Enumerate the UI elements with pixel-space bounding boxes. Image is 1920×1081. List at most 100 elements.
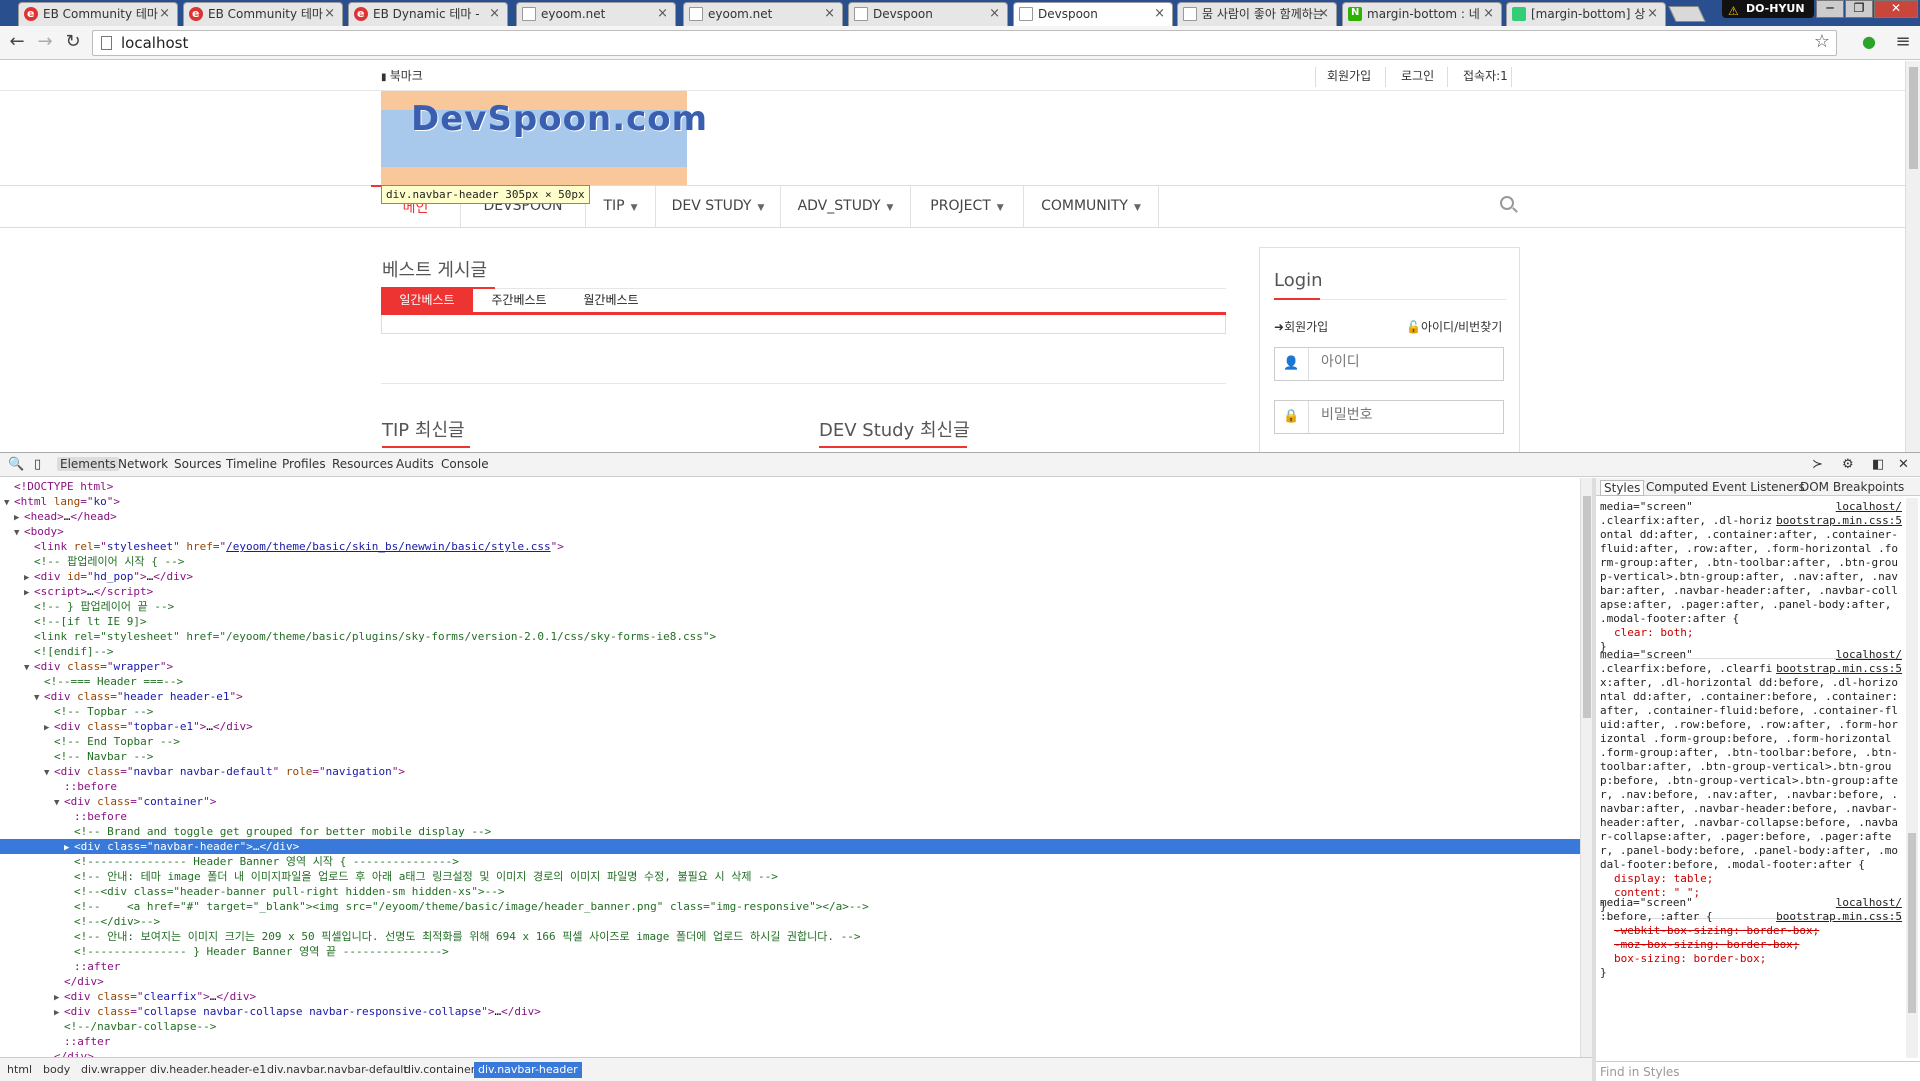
inspect-search-icon[interactable]: 🔍 — [8, 457, 24, 472]
dom-node[interactable]: <link rel="stylesheet" href="/eyoom/them… — [0, 629, 1580, 644]
login-link[interactable]: 로그인 — [1401, 67, 1434, 84]
reload-icon[interactable]: ↻ — [62, 32, 84, 54]
dom-node[interactable]: ▼ <div class="navbar navbar-default" role… — [0, 764, 1580, 779]
dock-side-icon[interactable]: ◧ — [1872, 457, 1884, 472]
dom-node[interactable]: ▶ <head>…</head> — [0, 509, 1580, 524]
close-window-button[interactable]: ✕ — [1874, 0, 1918, 18]
tab-computed[interactable]: Computed — [1646, 480, 1708, 494]
breadcrumb-item[interactable]: div.container — [400, 1062, 479, 1078]
dom-node[interactable]: </div> — [0, 1049, 1580, 1057]
url-input[interactable] — [121, 33, 1721, 53]
extension-icon[interactable]: ● — [1858, 32, 1880, 54]
breadcrumb-item[interactable]: body — [39, 1062, 74, 1078]
dom-node[interactable]: ▼ <body> — [0, 524, 1580, 539]
profile-badge[interactable]: ⚠ DO-HYUN — [1722, 0, 1814, 18]
dom-node[interactable]: <!--</div>--> — [0, 914, 1580, 929]
scrollbar-thumb[interactable] — [1908, 833, 1916, 1013]
dom-node[interactable]: </div> — [0, 974, 1580, 989]
dom-node[interactable]: <!-- Topbar --> — [0, 704, 1580, 719]
browser-tab[interactable]: eyoom.net × — [516, 2, 676, 26]
dom-node[interactable]: <![endif]--> — [0, 644, 1580, 659]
tab-network[interactable]: Network — [118, 457, 168, 471]
close-tab-icon[interactable]: × — [1154, 3, 1165, 25]
dom-node[interactable]: ▼ <html lang="ko"> — [0, 494, 1580, 509]
browser-tab[interactable]: EB Dynamic 테마 - × — [348, 2, 508, 26]
dom-node[interactable]: ::before — [0, 809, 1580, 824]
nav-item-project[interactable]: PROJECT ▼ — [911, 185, 1024, 227]
dom-node[interactable]: ::after — [0, 959, 1580, 974]
tab-elements[interactable]: Elements — [57, 457, 119, 471]
find-account-link[interactable]: 🔓아이디/비번찾기 — [1406, 318, 1502, 335]
nav-item-adv-study[interactable]: ADV_STUDY ▼ — [781, 185, 911, 227]
dom-node-selected[interactable]: ▶ <div class="navbar-header">…</div> — [0, 839, 1580, 854]
tab-audits[interactable]: Audits — [396, 457, 434, 471]
close-tab-icon[interactable]: × — [1647, 3, 1658, 25]
back-icon[interactable]: ← — [6, 32, 28, 54]
tab-resources[interactable]: Resources — [332, 457, 393, 471]
bookmark-star-icon[interactable]: ☆ — [1814, 31, 1830, 52]
tab-event-listeners[interactable]: Event Listeners — [1712, 480, 1805, 494]
dom-node[interactable]: <!--=== Header ===--> — [0, 674, 1580, 689]
breadcrumb-item[interactable]: div.navbar-header — [474, 1062, 582, 1078]
dom-node[interactable]: <!-- <a href="#" target="_blank"><img sr… — [0, 899, 1580, 914]
dom-node[interactable]: ::after — [0, 1034, 1580, 1049]
maximize-button[interactable]: ❐ — [1845, 0, 1873, 18]
dom-node[interactable]: ▶ <script>…</script> — [0, 584, 1580, 599]
browser-tab[interactable]: [margin-bottom] 상 × — [1506, 2, 1666, 26]
dom-node[interactable]: <!--<div class="header-banner pull-right… — [0, 884, 1580, 899]
password-input[interactable] — [1321, 407, 1491, 423]
dom-node[interactable]: <!DOCTYPE html> — [0, 479, 1580, 494]
dom-node[interactable]: ▶ <div class="clearfix">…</div> — [0, 989, 1580, 1004]
signup-link[interactable]: ➜회원가입 — [1274, 318, 1328, 335]
tab-monthly-best[interactable]: 월간베스트 — [565, 287, 657, 314]
address-bar[interactable]: ☆ — [92, 30, 1837, 56]
dom-node[interactable]: <!--[if lt IE 9]> — [0, 614, 1580, 629]
browser-tab[interactable]: EB Community 테마× — [18, 2, 178, 26]
close-tab-icon[interactable]: × — [159, 3, 170, 25]
nav-item-dev-study[interactable]: DEV STUDY ▼ — [656, 185, 781, 227]
id-field[interactable]: 👤 — [1274, 347, 1504, 381]
scrollbar-thumb[interactable] — [1909, 67, 1918, 169]
id-input[interactable] — [1321, 354, 1491, 370]
browser-tab[interactable]: EB Community 테마× — [183, 2, 343, 26]
dom-node[interactable]: <!--/navbar-collapse--> — [0, 1019, 1580, 1034]
dom-node[interactable]: <!-- } 팝업레이어 끝 --> — [0, 599, 1580, 614]
minimize-button[interactable]: ─ — [1816, 0, 1844, 18]
bookmark-link[interactable]: ▮ 북마크 — [381, 67, 423, 84]
breadcrumb-item[interactable]: div.wrapper — [77, 1062, 150, 1078]
dom-node[interactable]: ▼ <div class="container"> — [0, 794, 1580, 809]
menu-icon[interactable]: ≡ — [1892, 32, 1914, 54]
tab-dom-breakpoints[interactable]: DOM Breakpoints — [1800, 480, 1904, 494]
forward-icon[interactable]: → — [34, 32, 56, 54]
close-icon[interactable]: ✕ — [1898, 457, 1909, 472]
dom-tree[interactable]: <!DOCTYPE html> ▼ <html lang="ko"> ▶ <head>…… — [0, 478, 1580, 1057]
signup-link[interactable]: 회원가입 — [1327, 67, 1371, 84]
browser-tab[interactable]: Devspoon × — [848, 2, 1008, 26]
dom-node[interactable]: <!-- 안내: 테마 image 폴더 내 이미지파일을 업로드 후 아래 a… — [0, 869, 1580, 884]
browser-tab[interactable]: Devspoon × — [1013, 2, 1173, 26]
tab-daily-best[interactable]: 일간베스트 — [381, 287, 473, 314]
dom-node[interactable]: <link rel="stylesheet" href="/eyoom/them… — [0, 539, 1580, 554]
dom-node[interactable]: ▼ <div class="header header-e1"> — [0, 689, 1580, 704]
close-tab-icon[interactable]: × — [1318, 3, 1329, 25]
dom-node[interactable]: ::before — [0, 779, 1580, 794]
dom-node[interactable]: <!-- 팝업레이어 시작 { --> — [0, 554, 1580, 569]
device-mode-icon[interactable]: ▯ — [34, 457, 41, 472]
tab-styles[interactable]: Styles — [1600, 480, 1645, 496]
close-tab-icon[interactable]: × — [989, 3, 1000, 25]
breadcrumb-item[interactable]: html — [3, 1062, 36, 1078]
breadcrumb-item[interactable]: div.navbar.navbar-default — [263, 1062, 412, 1078]
password-field[interactable]: 🔒 — [1274, 400, 1504, 434]
page-scrollbar[interactable] — [1905, 61, 1920, 452]
dom-node[interactable]: <!-- 안내: 보여지는 이미지 크기는 209 x 50 픽셀입니다. 선명… — [0, 929, 1580, 944]
tab-profiles[interactable]: Profiles — [282, 457, 326, 471]
tab-weekly-best[interactable]: 주간베스트 — [473, 287, 565, 314]
browser-tab[interactable]: eyoom.net × — [683, 2, 843, 26]
dom-node[interactable]: ▶ <div class="collapse navbar-collapse na… — [0, 1004, 1580, 1019]
browser-tab[interactable]: 뭄 사람이 좋아 함께하는 × — [1177, 2, 1337, 26]
close-tab-icon[interactable]: × — [824, 3, 835, 25]
nav-item-tip[interactable]: TIP ▼ — [586, 185, 656, 227]
close-tab-icon[interactable]: × — [657, 3, 668, 25]
find-in-styles-input[interactable]: Find in Styles — [1596, 1061, 1920, 1081]
close-tab-icon[interactable]: × — [489, 3, 500, 25]
